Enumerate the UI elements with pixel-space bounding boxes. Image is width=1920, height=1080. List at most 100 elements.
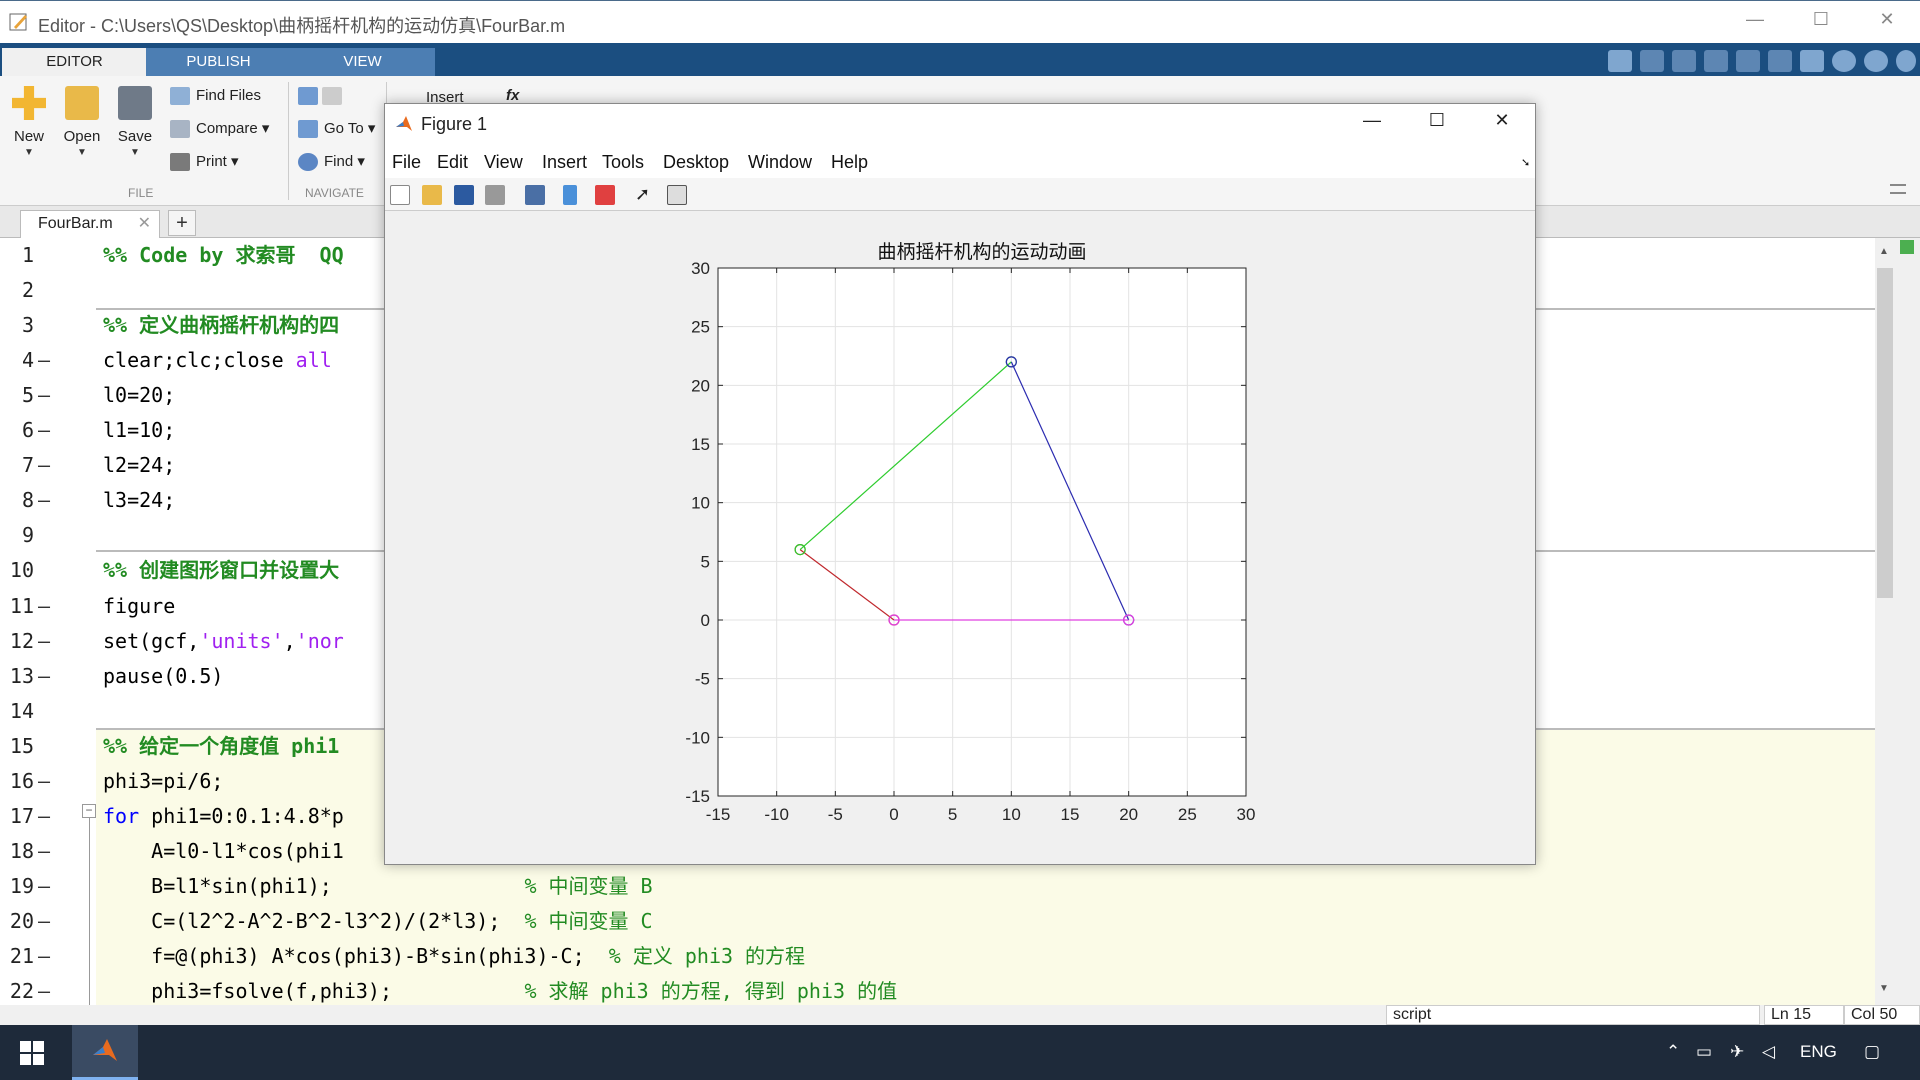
breakpoint-marker[interactable]: —	[38, 413, 50, 448]
copy-quick-icon[interactable]	[1672, 50, 1696, 72]
help-icon[interactable]	[1832, 50, 1856, 72]
menu-view[interactable]: View	[484, 152, 523, 173]
figure-minimize-button[interactable]: —	[1357, 110, 1387, 131]
paste-quick-icon[interactable]	[1704, 50, 1728, 72]
breakpoint-marker[interactable]: —	[38, 764, 50, 799]
breakpoint-marker[interactable]: —	[38, 659, 50, 694]
chevron-down-icon: ▼	[77, 147, 87, 158]
code-line[interactable]: 19— B=l1*sin(phi1); % 中间变量 B	[0, 869, 1875, 904]
menu-file[interactable]: File	[392, 152, 421, 173]
airplane-icon[interactable]: ✈	[1730, 1042, 1744, 1062]
print-figure-icon[interactable]	[485, 185, 505, 205]
breakpoint-marker[interactable]: —	[38, 589, 50, 624]
link-plot-icon[interactable]	[525, 185, 545, 205]
tab-fourbar[interactable]: FourBar.m ✕	[20, 210, 160, 238]
breakpoint-marker[interactable]: —	[38, 799, 50, 834]
figure-maximize-button[interactable]: ☐	[1422, 110, 1452, 131]
maximize-button[interactable]: ☐	[1806, 9, 1836, 30]
line-number: 5	[21, 383, 34, 408]
tray-expand-icon[interactable]: ⌃	[1666, 1042, 1680, 1062]
volume-icon[interactable]: ◁	[1762, 1042, 1775, 1062]
go-to-icon	[298, 120, 318, 138]
breakpoint-marker[interactable]: —	[38, 448, 50, 483]
tab-publish[interactable]: PUBLISH	[146, 48, 291, 76]
compare-button[interactable]: Compare ▾	[168, 117, 269, 141]
save-button[interactable]: Save ▼	[110, 86, 160, 158]
save-figure-icon[interactable]	[454, 185, 474, 205]
code-line[interactable]: 21— f=@(phi3) A*cos(phi3)-B*sin(phi3)-C;…	[0, 939, 1875, 974]
pointer-icon[interactable]: ➚	[635, 185, 655, 205]
breakpoint-marker[interactable]: —	[38, 834, 50, 869]
y-tick-label: 0	[701, 611, 710, 630]
figure-close-button[interactable]: ✕	[1487, 110, 1517, 131]
community-icon[interactable]	[1864, 50, 1888, 72]
tab-view[interactable]: VIEW	[290, 48, 435, 76]
plot-axes[interactable]: -15 -10 -5 0 5 10 15 20 25 30 -15 -10 -5 0 5 10 15 20 25 30…	[385, 212, 1535, 864]
figure-toolbar: ➚	[385, 178, 1535, 211]
cut-quick-icon[interactable]	[1640, 50, 1664, 72]
breakpoint-marker[interactable]: —	[38, 974, 50, 1009]
switch-windows-icon[interactable]	[1800, 50, 1824, 72]
line-number: 14	[9, 698, 34, 723]
menu-desktop[interactable]: Desktop	[663, 152, 729, 173]
close-tab-icon[interactable]: ✕	[138, 211, 151, 237]
matlab-taskbar-button[interactable]	[72, 1025, 138, 1080]
y-tick-label: 20	[691, 376, 710, 395]
breakpoint-marker[interactable]: —	[38, 904, 50, 939]
breakpoint-marker[interactable]: —	[38, 483, 50, 518]
code-line[interactable]: 22— phi3=fsolve(f,phi3); % 求解 phi3 的方程, …	[0, 974, 1875, 1009]
menu-insert[interactable]: Insert	[542, 152, 587, 173]
dock-icon[interactable]: ➘	[1521, 156, 1530, 169]
colorbar-icon[interactable]	[563, 185, 577, 205]
figure-window: Figure 1 — ☐ ✕ File Edit View Insert Too…	[384, 103, 1536, 865]
back-forward-buttons[interactable]	[296, 84, 348, 108]
line-number: 9	[21, 523, 34, 548]
scroll-up-icon[interactable]: ▲	[1879, 246, 1889, 257]
breakpoint-marker[interactable]: —	[38, 343, 50, 378]
new-label: New	[13, 128, 44, 145]
legend-icon[interactable]	[595, 185, 615, 205]
property-inspector-icon[interactable]	[667, 185, 687, 205]
menu-edit[interactable]: Edit	[437, 152, 468, 173]
redo-quick-icon[interactable]	[1768, 50, 1792, 72]
print-button[interactable]: Print ▾	[168, 150, 239, 174]
breakpoint-marker[interactable]: —	[38, 939, 50, 974]
scrollbar-thumb[interactable]	[1877, 268, 1893, 598]
breakpoint-marker[interactable]: —	[38, 869, 50, 904]
tab-editor[interactable]: EDITOR	[2, 48, 147, 76]
new-tab-button[interactable]: +	[168, 210, 196, 236]
status-bar: script Ln 15 Col 50	[0, 1005, 1920, 1025]
undo-quick-icon[interactable]	[1736, 50, 1760, 72]
language-indicator[interactable]: ENG	[1800, 1042, 1837, 1062]
find-button[interactable]: Find ▾	[296, 150, 365, 174]
analyzer-status-icon[interactable]	[1900, 240, 1914, 254]
line-number: 2	[21, 278, 34, 303]
go-to-button[interactable]: Go To ▾	[296, 117, 375, 141]
file-type-status: script	[1386, 1005, 1760, 1025]
minimize-button[interactable]: —	[1740, 9, 1770, 30]
menu-help[interactable]: Help	[831, 152, 868, 173]
save-quick-icon[interactable]	[1608, 50, 1632, 72]
battery-icon[interactable]: ▭	[1696, 1042, 1712, 1062]
find-files-button[interactable]: Find Files	[168, 84, 261, 108]
new-figure-icon[interactable]	[390, 185, 410, 205]
expand-icon[interactable]	[1896, 50, 1916, 72]
windows-start-icon[interactable]	[20, 1041, 44, 1065]
breakpoint-marker[interactable]: —	[38, 624, 50, 659]
open-file-icon[interactable]	[422, 185, 442, 205]
menu-window[interactable]: Window	[748, 152, 812, 173]
vertical-scrollbar[interactable]: ▲ ▼	[1875, 238, 1895, 1005]
collapse-ribbon-icon[interactable]	[1890, 184, 1906, 194]
new-button[interactable]: New ▼	[4, 86, 54, 158]
menu-tools[interactable]: Tools	[602, 152, 644, 173]
print-label: Print	[196, 153, 227, 170]
open-button[interactable]: Open ▼	[57, 86, 107, 158]
code-line[interactable]: 20— C=(l2^2-A^2-B^2-l3^2)/(2*l3); % 中间变量…	[0, 904, 1875, 939]
code-token: l2=24;	[103, 453, 176, 478]
line-number: 7	[21, 453, 34, 478]
close-button[interactable]: ✕	[1872, 9, 1902, 30]
notifications-icon[interactable]: ▢	[1864, 1042, 1880, 1062]
scroll-down-icon[interactable]: ▼	[1879, 983, 1889, 994]
breakpoint-marker[interactable]: —	[38, 378, 50, 413]
code-text: %% 定义曲柄摇杆机构的四	[103, 308, 339, 343]
